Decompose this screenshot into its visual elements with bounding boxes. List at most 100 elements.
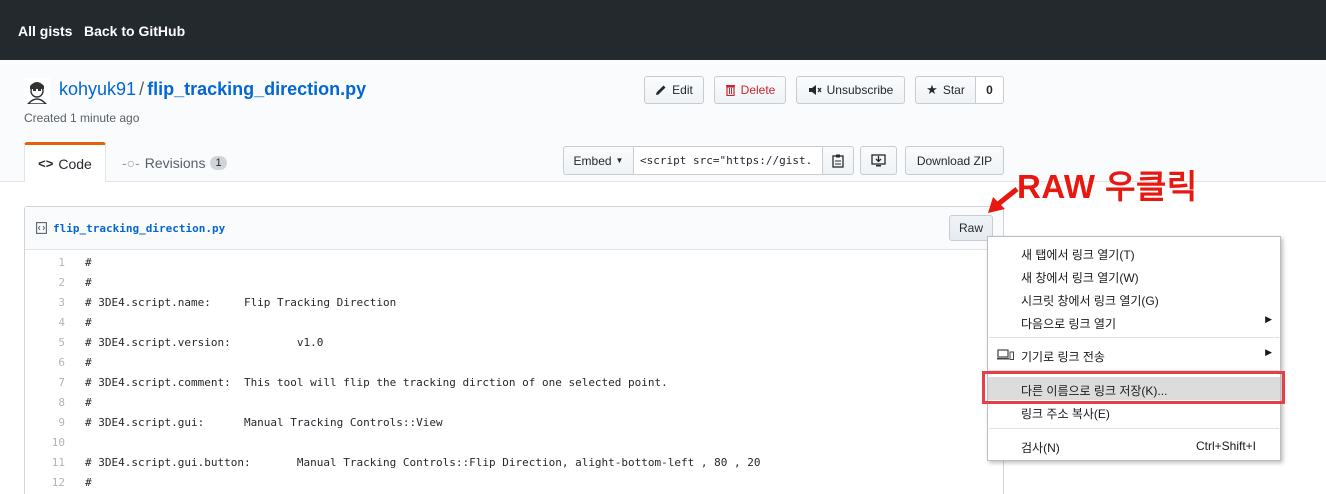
code-line: 7 # 3DE4.script.comment: This tool will f…: [25, 376, 1003, 396]
menu-inspect[interactable]: 검사(N) Ctrl+Shift+I: [988, 434, 1280, 457]
line-content: #: [85, 476, 92, 489]
file-code-icon: [36, 222, 47, 234]
menu-item-label: 새 창에서 링크 열기(W): [1021, 271, 1139, 285]
code-line: 1 #: [25, 256, 1003, 276]
top-navigation-bar: All gists Back to GitHub: [0, 0, 1326, 60]
line-number: 4: [58, 316, 65, 329]
avatar[interactable]: [24, 78, 50, 104]
context-menu: 새 탭에서 링크 열기(T) 새 창에서 링크 열기(W) 시크릿 창에서 링크…: [987, 236, 1281, 461]
pencil-icon: [656, 85, 666, 95]
tab-code[interactable]: <> Code: [24, 142, 106, 182]
edit-button[interactable]: Edit: [644, 76, 704, 104]
code-line: 3 # 3DE4.script.name: Flip Tracking Direc…: [25, 296, 1003, 316]
embed-code-field[interactable]: <script src="https://gist.: [634, 146, 822, 175]
code-icon: <>: [38, 156, 54, 171]
download-zip-button[interactable]: Download ZIP: [905, 146, 1004, 175]
embed-group: Embed ▼ <script src="https://gist.: [563, 146, 854, 175]
menu-item-label: 시크릿 창에서 링크 열기(G): [1021, 294, 1159, 308]
caret-down-icon: ▼: [615, 156, 624, 165]
desktop-download-icon: [871, 154, 886, 167]
line-number: 5: [58, 336, 65, 349]
line-content: #: [85, 396, 92, 409]
menu-open-link-as[interactable]: 다음으로 링크 열기 ▶: [988, 310, 1280, 333]
menu-separator: [989, 337, 1279, 338]
all-gists-link[interactable]: All gists: [18, 23, 72, 39]
tab-revisions-label: Revisions: [144, 155, 206, 171]
star-icon: ★: [926, 82, 938, 97]
menu-item-label: 링크 주소 복사(E): [1021, 407, 1110, 421]
menu-open-incognito[interactable]: 시크릿 창에서 링크 열기(G): [988, 287, 1280, 310]
code-line: 4 #: [25, 316, 1003, 336]
delete-button[interactable]: Delete: [714, 76, 786, 104]
line-number: 9: [58, 416, 65, 429]
line-number: 10: [51, 436, 65, 449]
tab-revisions[interactable]: -○- Revisions 1: [122, 155, 227, 171]
line-content: # 3DE4.script.gui: Manual Tracking Contr…: [85, 416, 443, 429]
trash-icon: [725, 85, 735, 96]
embed-label: Embed: [573, 153, 612, 168]
menu-item-label: 기기로 링크 전송: [1021, 350, 1105, 364]
open-desktop-button[interactable]: [860, 146, 897, 175]
created-timestamp: Created 1 minute ago: [24, 111, 140, 125]
menu-item-label: 다음으로 링크 열기: [1021, 317, 1116, 331]
code-line: 10: [25, 436, 1003, 456]
devices-icon: [997, 349, 1014, 360]
line-content: #: [85, 316, 92, 329]
line-number: 11: [51, 456, 65, 469]
tab-code-label: Code: [58, 155, 92, 172]
file-header: flip_tracking_direction.py Raw: [25, 207, 1003, 250]
code-line: 2 #: [25, 276, 1003, 296]
menu-item-label: 검사(N): [1021, 441, 1060, 455]
owner-link[interactable]: kohyuk91: [59, 79, 136, 99]
embed-dropdown[interactable]: Embed ▼: [563, 146, 634, 175]
submenu-arrow-icon: ▶: [1265, 347, 1272, 357]
code-line: 6 #: [25, 356, 1003, 376]
gist-title: kohyuk91/flip_tracking_direction.py: [59, 79, 366, 100]
line-content: # 3DE4.script.comment: This tool will fl…: [85, 376, 668, 389]
star-label: Star: [942, 83, 965, 97]
mute-icon: [808, 85, 822, 95]
menu-separator: [989, 428, 1279, 429]
line-content: # 3DE4.script.version: v1.0: [85, 336, 324, 349]
annotation-label: RAW 우클릭: [1017, 168, 1198, 205]
annotation-arrow-icon: [988, 187, 1019, 213]
star-count[interactable]: 0: [976, 76, 1004, 104]
commit-icon: -○-: [122, 155, 140, 171]
code-line: 8 #: [25, 396, 1003, 416]
line-content: #: [85, 256, 92, 269]
file-box: flip_tracking_direction.py Raw 1 # 2 # 3 # …: [24, 206, 1004, 494]
revisions-counter: 1: [210, 156, 227, 170]
menu-shortcut: Ctrl+Shift+I: [1195, 439, 1256, 453]
line-number: 8: [58, 396, 65, 409]
line-number: 2: [58, 276, 65, 289]
menu-open-new-window[interactable]: 새 창에서 링크 열기(W): [988, 264, 1280, 287]
code-line: 9 # 3DE4.script.gui: Manual Tracking Cont…: [25, 416, 1003, 436]
unsubscribe-button[interactable]: Unsubscribe: [796, 76, 905, 104]
delete-label: Delete: [740, 83, 776, 97]
menu-item-label: 새 탭에서 링크 열기(T): [1021, 248, 1135, 262]
code-line: 11 # 3DE4.script.gui.button: Manual Track…: [25, 456, 1003, 476]
line-number: 12: [51, 476, 65, 489]
menu-send-to-device[interactable]: 기기로 링크 전송 ▶: [988, 343, 1280, 366]
code-line: 12 #: [25, 476, 1003, 494]
menu-open-new-tab[interactable]: 새 탭에서 링크 열기(T): [988, 241, 1280, 264]
gist-filename-link[interactable]: flip_tracking_direction.py: [147, 79, 366, 99]
line-number: 3: [58, 296, 65, 309]
line-number: 7: [58, 376, 65, 389]
back-to-github-link[interactable]: Back to GitHub: [84, 23, 185, 39]
line-content: # 3DE4.script.name: Flip Tracking Direct…: [85, 296, 397, 309]
file-name-link[interactable]: flip_tracking_direction.py: [53, 222, 225, 235]
submenu-arrow-icon: ▶: [1265, 314, 1272, 324]
line-content: # 3DE4.script.gui.button: Manual Trackin…: [85, 456, 761, 469]
unsubscribe-label: Unsubscribe: [826, 83, 894, 97]
line-content: #: [85, 356, 92, 369]
edit-label: Edit: [672, 83, 693, 97]
line-content: #: [85, 276, 92, 289]
clipboard-icon: [832, 154, 844, 168]
star-button[interactable]: ★ Star: [915, 76, 976, 104]
line-number: 1: [58, 256, 65, 269]
title-separator: /: [139, 79, 145, 99]
highlight-box: [982, 371, 1285, 404]
copy-clipboard-button[interactable]: [822, 146, 854, 175]
code-line: 5 # 3DE4.script.version: v1.0: [25, 336, 1003, 356]
